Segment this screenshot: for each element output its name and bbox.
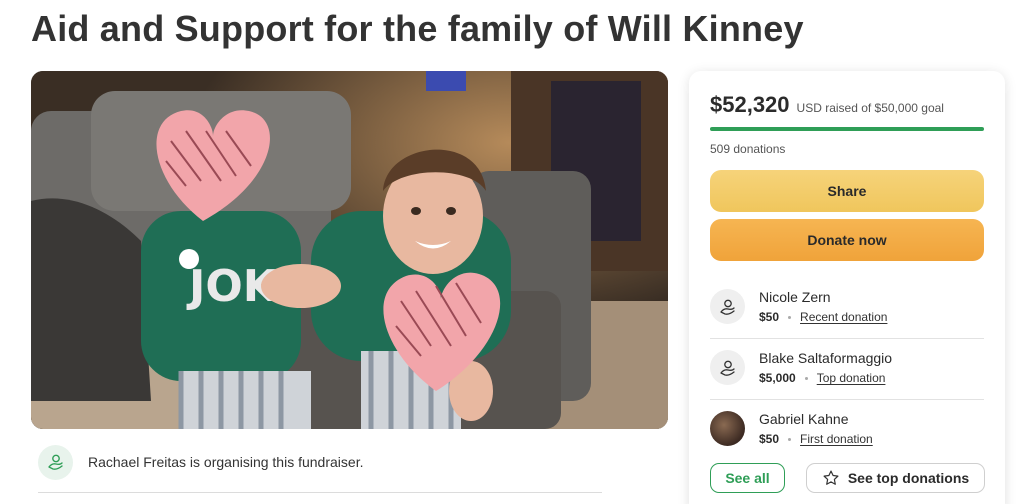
hero-photo-illustration: JOK bbox=[31, 71, 668, 429]
star-icon bbox=[823, 470, 839, 485]
donation-count: 509 donations bbox=[710, 142, 786, 156]
divider bbox=[38, 492, 602, 493]
separator-dot bbox=[788, 315, 792, 319]
donor-item: Gabriel Kahne $50 First donation bbox=[710, 398, 984, 459]
see-top-donations-label: See top donations bbox=[847, 470, 970, 486]
person-hand-icon bbox=[719, 360, 735, 376]
donor-avatar bbox=[710, 289, 745, 324]
separator-dot bbox=[804, 376, 808, 380]
donor-amount: $5,000 bbox=[759, 371, 796, 385]
raised-amount: $52,320 bbox=[710, 92, 790, 117]
donor-name: Blake Saltaformaggio bbox=[759, 350, 893, 366]
donor-amount: $50 bbox=[759, 310, 780, 324]
donor-avatar bbox=[710, 350, 745, 385]
donor-item: Nicole Zern $50 Recent donation bbox=[710, 276, 984, 337]
raised-goal-text: USD raised of $50,000 goal bbox=[796, 101, 944, 115]
donor-name: Gabriel Kahne bbox=[759, 411, 849, 427]
donor-name: Nicole Zern bbox=[759, 289, 831, 305]
first-donation-link[interactable]: First donation bbox=[800, 432, 873, 446]
see-all-button[interactable]: See all bbox=[710, 463, 785, 493]
see-top-donations-button[interactable]: See top donations bbox=[806, 463, 985, 493]
hero-photo: JOK bbox=[31, 71, 668, 429]
person-hand-icon bbox=[47, 454, 63, 470]
progress-bar bbox=[710, 127, 984, 131]
organizer-row: Rachael Freitas is organising this fundr… bbox=[38, 444, 363, 480]
separator-dot bbox=[788, 437, 792, 441]
raised-summary: $52,320 USD raised of $50,000 goal bbox=[710, 92, 944, 118]
recent-donation-link[interactable]: Recent donation bbox=[800, 310, 887, 324]
donor-photo bbox=[710, 411, 745, 446]
share-button[interactable]: Share bbox=[710, 170, 984, 212]
donation-card: $52,320 USD raised of $50,000 goal 509 d… bbox=[689, 71, 1005, 504]
progress-fill bbox=[710, 127, 984, 131]
donor-amount: $50 bbox=[759, 432, 780, 446]
donor-item: Blake Saltaformaggio $5,000 Top donation bbox=[710, 337, 984, 398]
organizer-avatar bbox=[38, 444, 73, 480]
donate-now-button[interactable]: Donate now bbox=[710, 219, 984, 261]
top-donation-link[interactable]: Top donation bbox=[817, 371, 886, 385]
organizer-text: Rachael Freitas is organising this fundr… bbox=[88, 454, 364, 470]
person-hand-icon bbox=[719, 299, 735, 315]
page-title: Aid and Support for the family of Will K… bbox=[31, 8, 804, 49]
